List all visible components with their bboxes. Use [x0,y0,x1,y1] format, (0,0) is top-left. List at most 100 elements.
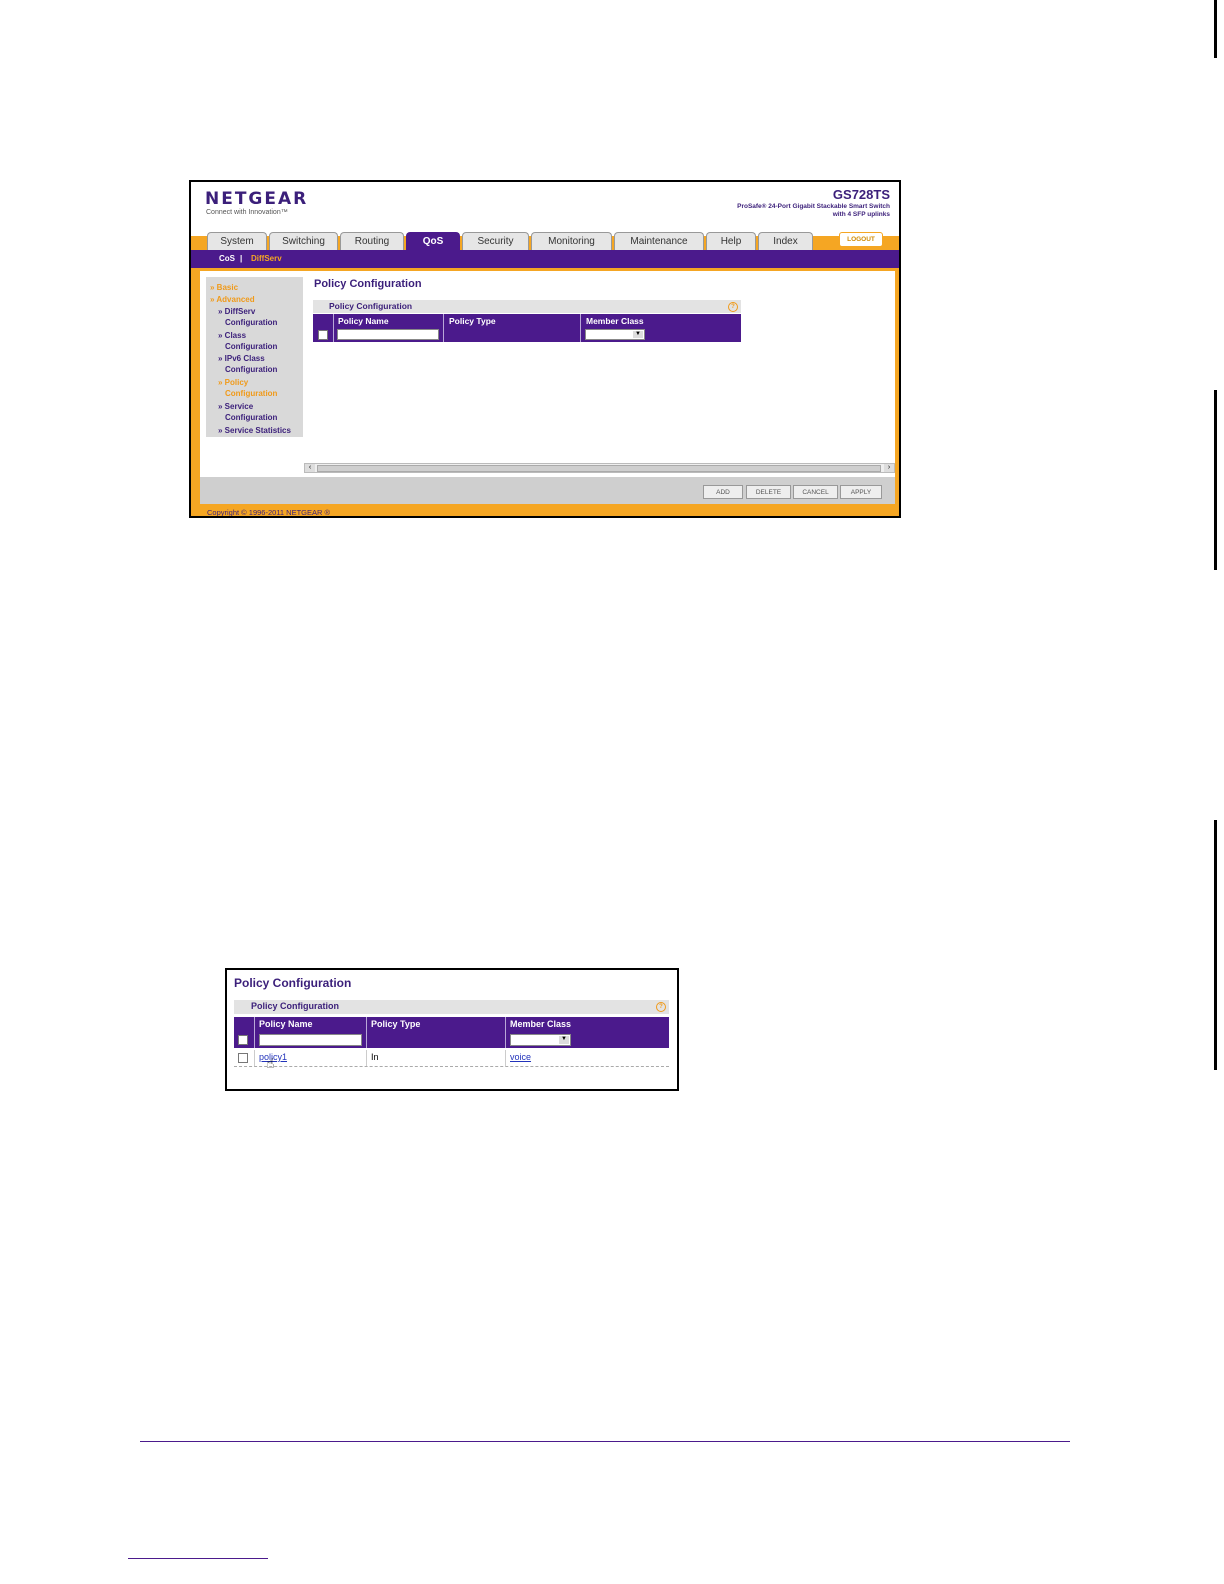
row-checkbox[interactable] [238,1053,248,1063]
apply-button[interactable]: APPLY [840,485,882,499]
help-icon[interactable]: ? [656,1002,666,1012]
scroll-left-icon[interactable]: ‹ [305,464,315,472]
tab-help[interactable]: Help [706,232,756,250]
sidebar-item-label: » DiffServ [218,307,256,316]
sidebar-item-label: » IPv6 Class [218,354,265,363]
member-class-link[interactable]: voice [510,1052,531,1062]
tab-maintenance[interactable]: Maintenance [614,232,704,250]
select-all-checkbox[interactable] [318,330,328,340]
column-header-member-class[interactable]: Member Class [586,316,644,326]
sidebar-item-label: » Service [218,402,254,411]
tab-security[interactable]: Security [462,232,529,250]
model-description: ProSafe® 24-Port Gigabit Stackable Smart… [690,203,890,219]
model-description-line: ProSafe® 24-Port Gigabit Stackable Smart… [737,203,890,210]
sidebar-item-ipv6-class-configuration[interactable]: » IPv6 Class Configuration [218,353,277,375]
policy-name-input[interactable] [259,1034,362,1046]
panel-title: Policy Configuration [329,301,413,311]
model-name: GS728TS [832,187,890,202]
sidebar-item-diffserv-configuration[interactable]: » DiffServ Configuration [218,306,277,328]
sidebar-item-policy-configuration[interactable]: » Policy Configuration [218,377,277,399]
panel-header: Policy Configuration ? [234,1000,669,1014]
add-button[interactable]: ADD [703,485,743,499]
subnav-cos[interactable]: CoS [219,254,235,263]
table-header: Policy Name Policy Type Member Class [234,1017,669,1031]
tab-switching[interactable]: Switching [269,232,338,250]
table-input-row: ▼ [234,1031,669,1048]
sidebar-item-label: Configuration [225,413,278,422]
tab-qos[interactable]: QoS [406,232,460,250]
sidebar-item-label: Configuration [225,342,278,351]
column-divider [580,314,581,327]
panel-title: Policy Configuration [251,1001,340,1011]
sidebar-item-label: » Policy [218,378,249,387]
tab-monitoring[interactable]: Monitoring [531,232,612,250]
column-divider [443,314,444,327]
sidebar-item-class-configuration[interactable]: » Class Configuration [218,330,277,352]
policy-name-input[interactable] [337,329,439,340]
column-header-policy-name[interactable]: Policy Name [259,1019,313,1029]
help-icon[interactable]: ? [728,302,738,312]
column-divider [254,1017,255,1031]
sidebar-item-service-configuration[interactable]: » Service Configuration [218,401,277,423]
column-divider [505,1017,506,1031]
page-title: Policy Configuration [234,976,352,990]
app-header: NETGEAR Connect with Innovation™ GS728TS… [191,182,899,236]
sidebar: » Basic » Advanced » DiffServ Configurat… [206,277,303,437]
tab-routing[interactable]: Routing [340,232,404,250]
delete-button[interactable]: DELETE [746,485,791,499]
column-divider [580,327,581,342]
netgear-admin-screenshot: NETGEAR Connect with Innovation™ GS728TS… [189,180,901,518]
brand-tagline: Connect with Innovation™ [206,209,288,216]
subnav-diffserv[interactable]: DiffServ [251,254,282,263]
sidebar-item-label: Configuration [225,365,278,374]
column-divider [366,1017,367,1031]
tab-index[interactable]: Index [758,232,813,250]
sub-navigation: CoS | DiffServ [191,250,899,268]
main-tabs: System Switching Routing QoS Security Mo… [207,232,815,250]
tab-system[interactable]: System [207,232,267,250]
content-area: » Basic » Advanced » DiffServ Configurat… [200,271,895,477]
sidebar-item-label: » Class [218,331,247,340]
page-title: Policy Configuration [314,278,422,290]
footer-rule [140,1441,1070,1442]
panel-header: Policy Configuration ? [313,300,741,313]
select-all-checkbox[interactable] [238,1035,248,1045]
column-header-policy-type[interactable]: Policy Type [449,316,496,326]
scrollbar-thumb[interactable] [317,465,881,472]
column-header-policy-type[interactable]: Policy Type [371,1019,420,1029]
sidebar-item-basic[interactable]: » Basic [210,282,238,293]
member-class-select[interactable]: ▼ [585,329,645,340]
cancel-button[interactable]: CANCEL [793,485,838,499]
table-input-row: ▼ [313,327,741,342]
horizontal-scrollbar[interactable]: ‹ › [304,463,895,473]
chevron-down-icon: ▼ [633,331,643,338]
table-header: Policy Name Policy Type Member Class [313,314,741,327]
member-class-select[interactable]: ▼ [510,1034,571,1046]
sidebar-item-service-statistics[interactable]: » Service Statistics [218,425,291,436]
column-divider [254,1031,255,1048]
subnav-separator: | [240,254,243,263]
page-edge-mark [1214,820,1217,1070]
column-divider [443,327,444,342]
copyright-text: Copyright © 1996-2011 NETGEAR ® [207,508,331,517]
scroll-right-icon[interactable]: › [884,464,894,472]
hand-cursor-icon: ☝ [266,1055,275,1071]
column-divider [333,314,334,327]
policy-configuration-screenshot: Policy Configuration Policy Configuratio… [225,968,679,1091]
policy-type-value: In [371,1052,379,1062]
chevron-down-icon: ▼ [559,1036,569,1044]
column-divider [505,1031,506,1048]
action-bar: ADD DELETE CANCEL APPLY [200,477,895,504]
column-divider [254,1050,255,1066]
sidebar-item-advanced[interactable]: » Advanced [210,294,255,305]
model-description-line: with 4 SFP uplinks [832,211,890,218]
logout-button[interactable]: LOGOUT [839,232,883,247]
column-divider [366,1031,367,1048]
page-edge-mark [1214,390,1217,570]
footer-link-rule [128,1558,268,1559]
column-header-member-class[interactable]: Member Class [510,1019,571,1029]
sidebar-item-label: Configuration [225,389,278,398]
netgear-logo: NETGEAR [205,189,309,209]
column-header-policy-name[interactable]: Policy Name [338,316,389,326]
page-edge-mark [1214,0,1217,58]
